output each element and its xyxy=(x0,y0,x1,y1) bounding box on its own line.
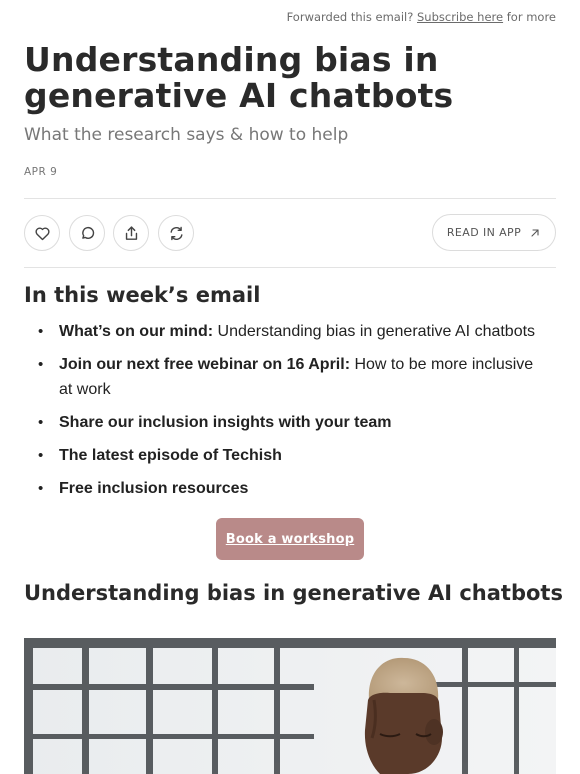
list-item: Join our next free webinar on 16 April: … xyxy=(24,352,544,402)
restack-button[interactable] xyxy=(158,215,194,251)
read-in-app-label: READ IN APP xyxy=(446,226,522,239)
section-heading: Understanding bias in generative AI chat… xyxy=(24,581,563,605)
comment-icon xyxy=(81,226,94,239)
list-item-bold: Join our next free webinar on 16 April: xyxy=(59,356,351,373)
divider-top xyxy=(24,198,556,199)
divider-bottom xyxy=(24,267,556,268)
book-workshop-button[interactable]: Book a workshop xyxy=(216,518,364,560)
hero-photo xyxy=(24,638,556,774)
list-item-bold: Share our inclusion insights with your t… xyxy=(59,414,392,431)
comment-button[interactable] xyxy=(69,215,105,251)
list-item-bold: What’s on our mind: xyxy=(59,323,214,340)
list-item: Free inclusion resources xyxy=(24,476,544,501)
share-icon xyxy=(125,225,137,240)
list-item-text: Understanding bias in generative AI chat… xyxy=(213,323,536,340)
list-item: The latest episode of Techish xyxy=(24,443,544,468)
list-item: What’s on our mind: Understanding bias i… xyxy=(24,319,544,344)
list-item-bold: Free inclusion resources xyxy=(59,480,249,497)
list-item: Share our inclusion insights with your t… xyxy=(24,410,544,435)
arrow-up-right-icon xyxy=(531,228,539,237)
forwarded-prefix: Forwarded this email? xyxy=(286,10,414,24)
subscribe-link[interactable]: Subscribe here xyxy=(417,10,503,24)
heart-icon xyxy=(34,226,50,240)
like-button[interactable] xyxy=(24,215,60,251)
week-heading: In this week’s email xyxy=(24,283,261,307)
forwarded-banner: Forwarded this email? Subscribe here for… xyxy=(287,10,556,24)
post-date: APR 9 xyxy=(24,166,58,178)
week-list: What’s on our mind: Understanding bias i… xyxy=(24,319,544,509)
post-subtitle: What the research says & how to help xyxy=(24,125,349,145)
list-item-bold: The latest episode of Techish xyxy=(59,447,282,464)
post-title: Understanding bias in generative AI chat… xyxy=(24,40,454,115)
restack-icon xyxy=(169,226,183,240)
forwarded-suffix: for more xyxy=(506,10,556,24)
share-button[interactable] xyxy=(113,215,149,251)
hero-image xyxy=(24,638,556,774)
read-in-app-button[interactable]: READ IN APP xyxy=(432,214,556,251)
